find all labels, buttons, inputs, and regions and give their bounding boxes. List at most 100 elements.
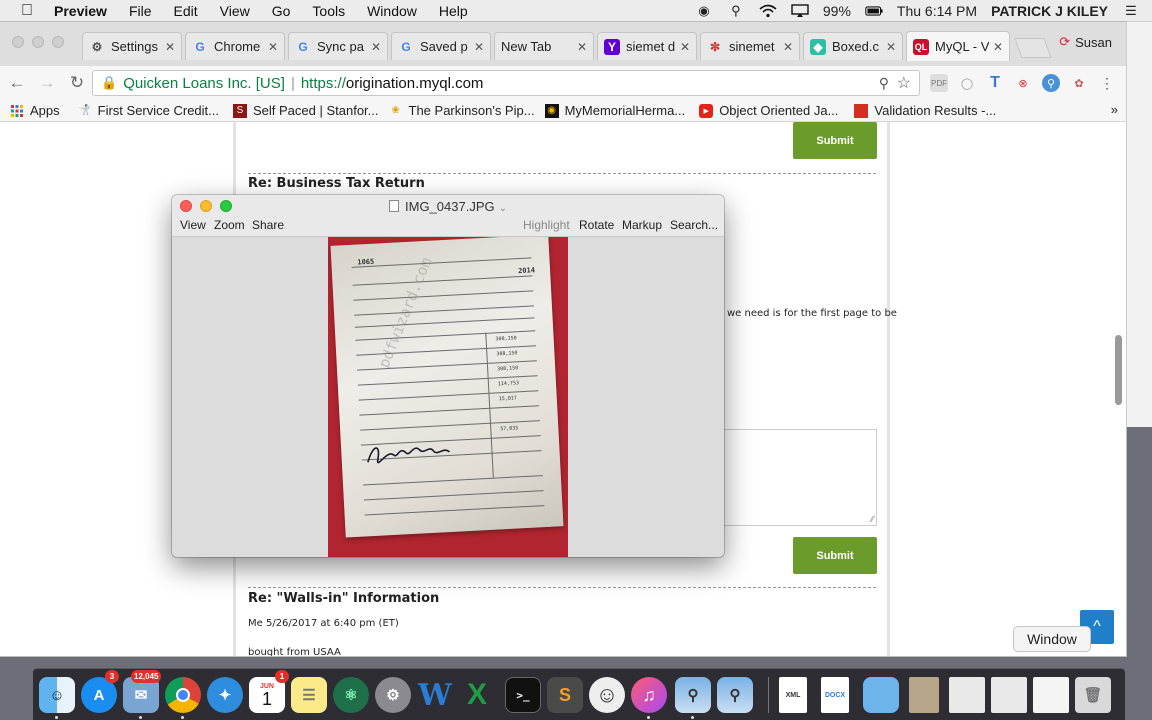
wifi-icon[interactable] (759, 4, 777, 18)
document-thumb-icon[interactable] (909, 677, 939, 713)
bookmark-first-service-credit[interactable]: 🤺 First Service Credit... (78, 103, 219, 118)
battery-icon[interactable] (865, 4, 883, 18)
search-extension-icon[interactable]: ⚲ (1042, 74, 1060, 92)
close-tab-icon[interactable]: ✕ (577, 40, 587, 54)
bookmark-stanford[interactable]: S Self Paced | Stanfor... (233, 103, 379, 118)
blocker-extension-icon[interactable]: ⊗ (1014, 74, 1032, 92)
submit-button[interactable]: Submit (793, 537, 877, 574)
excel-icon[interactable]: X (459, 677, 495, 713)
close-tab-icon[interactable]: ✕ (680, 40, 690, 54)
bookmark-parkinsons[interactable]: ❀ The Parkinson's Pip... (389, 103, 534, 118)
submit-button[interactable]: Submit (793, 122, 877, 159)
bookmark-apps[interactable]: Apps (10, 103, 60, 118)
forward-icon[interactable]: → (34, 70, 60, 96)
folder-icon[interactable] (863, 677, 899, 713)
menu-tools[interactable]: Tools (312, 3, 345, 19)
tab-sync[interactable]: G Sync pa ✕ (288, 32, 388, 60)
trash-icon[interactable]: 🗑 (1075, 677, 1111, 713)
menu-view[interactable]: View (220, 3, 250, 19)
tab-saved-passwords[interactable]: G Saved p ✕ (391, 32, 491, 60)
bookmark-object-oriented[interactable]: ▶ Object Oriented Ja... (699, 103, 838, 118)
tab-boxed[interactable]: ◆ Boxed.c ✕ (803, 32, 903, 60)
sublime-text-icon[interactable]: S (547, 677, 583, 713)
scrollbar-thumb[interactable] (1115, 335, 1122, 405)
lock-icon[interactable]: 🔒 (101, 75, 117, 91)
rotate-button[interactable]: Rotate (579, 218, 614, 232)
chrome-menu-icon[interactable]: ⋮ (1098, 74, 1116, 92)
zoom-window-button[interactable] (52, 36, 64, 48)
share-button[interactable]: Share (252, 218, 284, 232)
bookmark-star-icon[interactable]: ☆ (897, 73, 911, 93)
tab-sinemet[interactable]: ✼ sinemet ✕ (700, 32, 800, 60)
terminal-icon[interactable]: >_ (505, 677, 541, 713)
back-icon[interactable]: ← (4, 70, 30, 96)
menu-window[interactable]: Window (367, 3, 417, 19)
chevron-down-icon[interactable]: ⌄ (499, 203, 507, 214)
notification-center-icon[interactable]: ☰ (1122, 3, 1140, 18)
zoom-icon[interactable]: ⚲ (879, 75, 889, 92)
word-icon[interactable]: W (417, 677, 453, 713)
tab-new-tab[interactable]: New Tab ✕ (494, 32, 594, 60)
image-canvas[interactable]: 1065 2014 308,150 308,150 308,150 114,75… (328, 237, 568, 557)
tag-extension-icon[interactable]: T (986, 74, 1004, 92)
itunes-icon[interactable]: ♫ (631, 677, 667, 713)
clock[interactable]: Thu 6:14 PM (897, 3, 977, 19)
extension-circle-icon[interactable]: ◯ (958, 74, 976, 92)
menu-app-preview[interactable]: Preview (54, 3, 107, 19)
apple-menu-icon[interactable]:  (18, 2, 36, 20)
window-thumb-1-icon[interactable] (949, 677, 985, 713)
new-tab-button[interactable] (1014, 38, 1052, 58)
highlight-button[interactable]: Highlight (523, 218, 570, 232)
preview-alt-icon[interactable]: ⚲ (717, 677, 753, 713)
docx-file-icon[interactable]: DOCX (821, 677, 849, 713)
close-tab-icon[interactable]: ✕ (371, 40, 381, 54)
airplay-icon[interactable] (791, 4, 809, 18)
menu-file[interactable]: File (129, 3, 152, 19)
close-window-button[interactable] (12, 36, 24, 48)
smiley-app-icon[interactable]: ☺ (589, 677, 625, 713)
window-thumb-3-icon[interactable] (1033, 677, 1069, 713)
notes-icon[interactable]: ☰ (291, 677, 327, 713)
close-tab-icon[interactable]: ✕ (993, 40, 1003, 54)
bookmark-mymemorialhermann[interactable]: ◉ MyMemorialHerma... (544, 103, 685, 118)
document-title[interactable]: IMG_0437.JPG ⌄ (172, 199, 724, 214)
bookmarks-overflow-icon[interactable]: » (1111, 102, 1118, 117)
minimize-window-button[interactable] (32, 36, 44, 48)
tab-settings[interactable]: ⚙ Settings ✕ (82, 32, 182, 60)
close-tab-icon[interactable]: ✕ (474, 40, 484, 54)
reload-icon[interactable]: ↻ (64, 70, 90, 96)
view-button[interactable]: View (180, 218, 206, 232)
preview-icon[interactable]: ⚲ (675, 677, 711, 713)
close-tab-icon[interactable]: ✕ (165, 40, 175, 54)
battery-percent[interactable]: 99% (823, 3, 851, 19)
close-tab-icon[interactable]: ✕ (886, 40, 896, 54)
xml-file-icon[interactable]: XML (779, 677, 807, 713)
close-tab-icon[interactable]: ✕ (268, 40, 278, 54)
safari-icon[interactable]: ✦ (207, 677, 243, 713)
menu-go[interactable]: Go (272, 3, 291, 19)
search-button[interactable]: Search... (670, 218, 718, 232)
color-extension-icon[interactable]: ✿ (1070, 74, 1088, 92)
status-menu-icon[interactable]: ◉ (695, 3, 713, 18)
menu-help[interactable]: Help (439, 3, 468, 19)
system-preferences-icon[interactable]: ⚙ (375, 677, 411, 713)
close-tab-icon[interactable]: ✕ (783, 40, 793, 54)
finder-icon[interactable]: ☺ (39, 677, 75, 713)
pdf-extension-icon[interactable]: PDF (930, 74, 948, 92)
menu-edit[interactable]: Edit (174, 3, 198, 19)
resize-grip-icon[interactable]: ∕∕ (871, 514, 874, 524)
tab-myql[interactable]: QL MyQL - V ✕ (906, 31, 1010, 61)
markup-button[interactable]: Markup (622, 218, 662, 232)
tab-siemet[interactable]: Y siemet d ✕ (597, 32, 697, 60)
tab-chrome[interactable]: G Chrome ✕ (185, 32, 285, 60)
zoom-menu-button[interactable]: Zoom (214, 218, 245, 232)
bookmark-validation-results[interactable]: Validation Results -... (854, 103, 996, 118)
address-bar[interactable]: 🔒 Quicken Loans Inc. [US] | https:// ori… (92, 70, 920, 96)
profile-button[interactable]: ⟳ Susan (1059, 34, 1112, 50)
spotlight-search-icon[interactable]: ⚲ (727, 3, 745, 18)
reply-textarea[interactable]: ∕∕ (700, 429, 877, 526)
user-name[interactable]: PATRICK J KILEY (991, 3, 1108, 19)
chrome-icon[interactable] (165, 677, 201, 713)
window-thumb-2-icon[interactable] (991, 677, 1027, 713)
atom-icon[interactable]: ⚛ (333, 677, 369, 713)
